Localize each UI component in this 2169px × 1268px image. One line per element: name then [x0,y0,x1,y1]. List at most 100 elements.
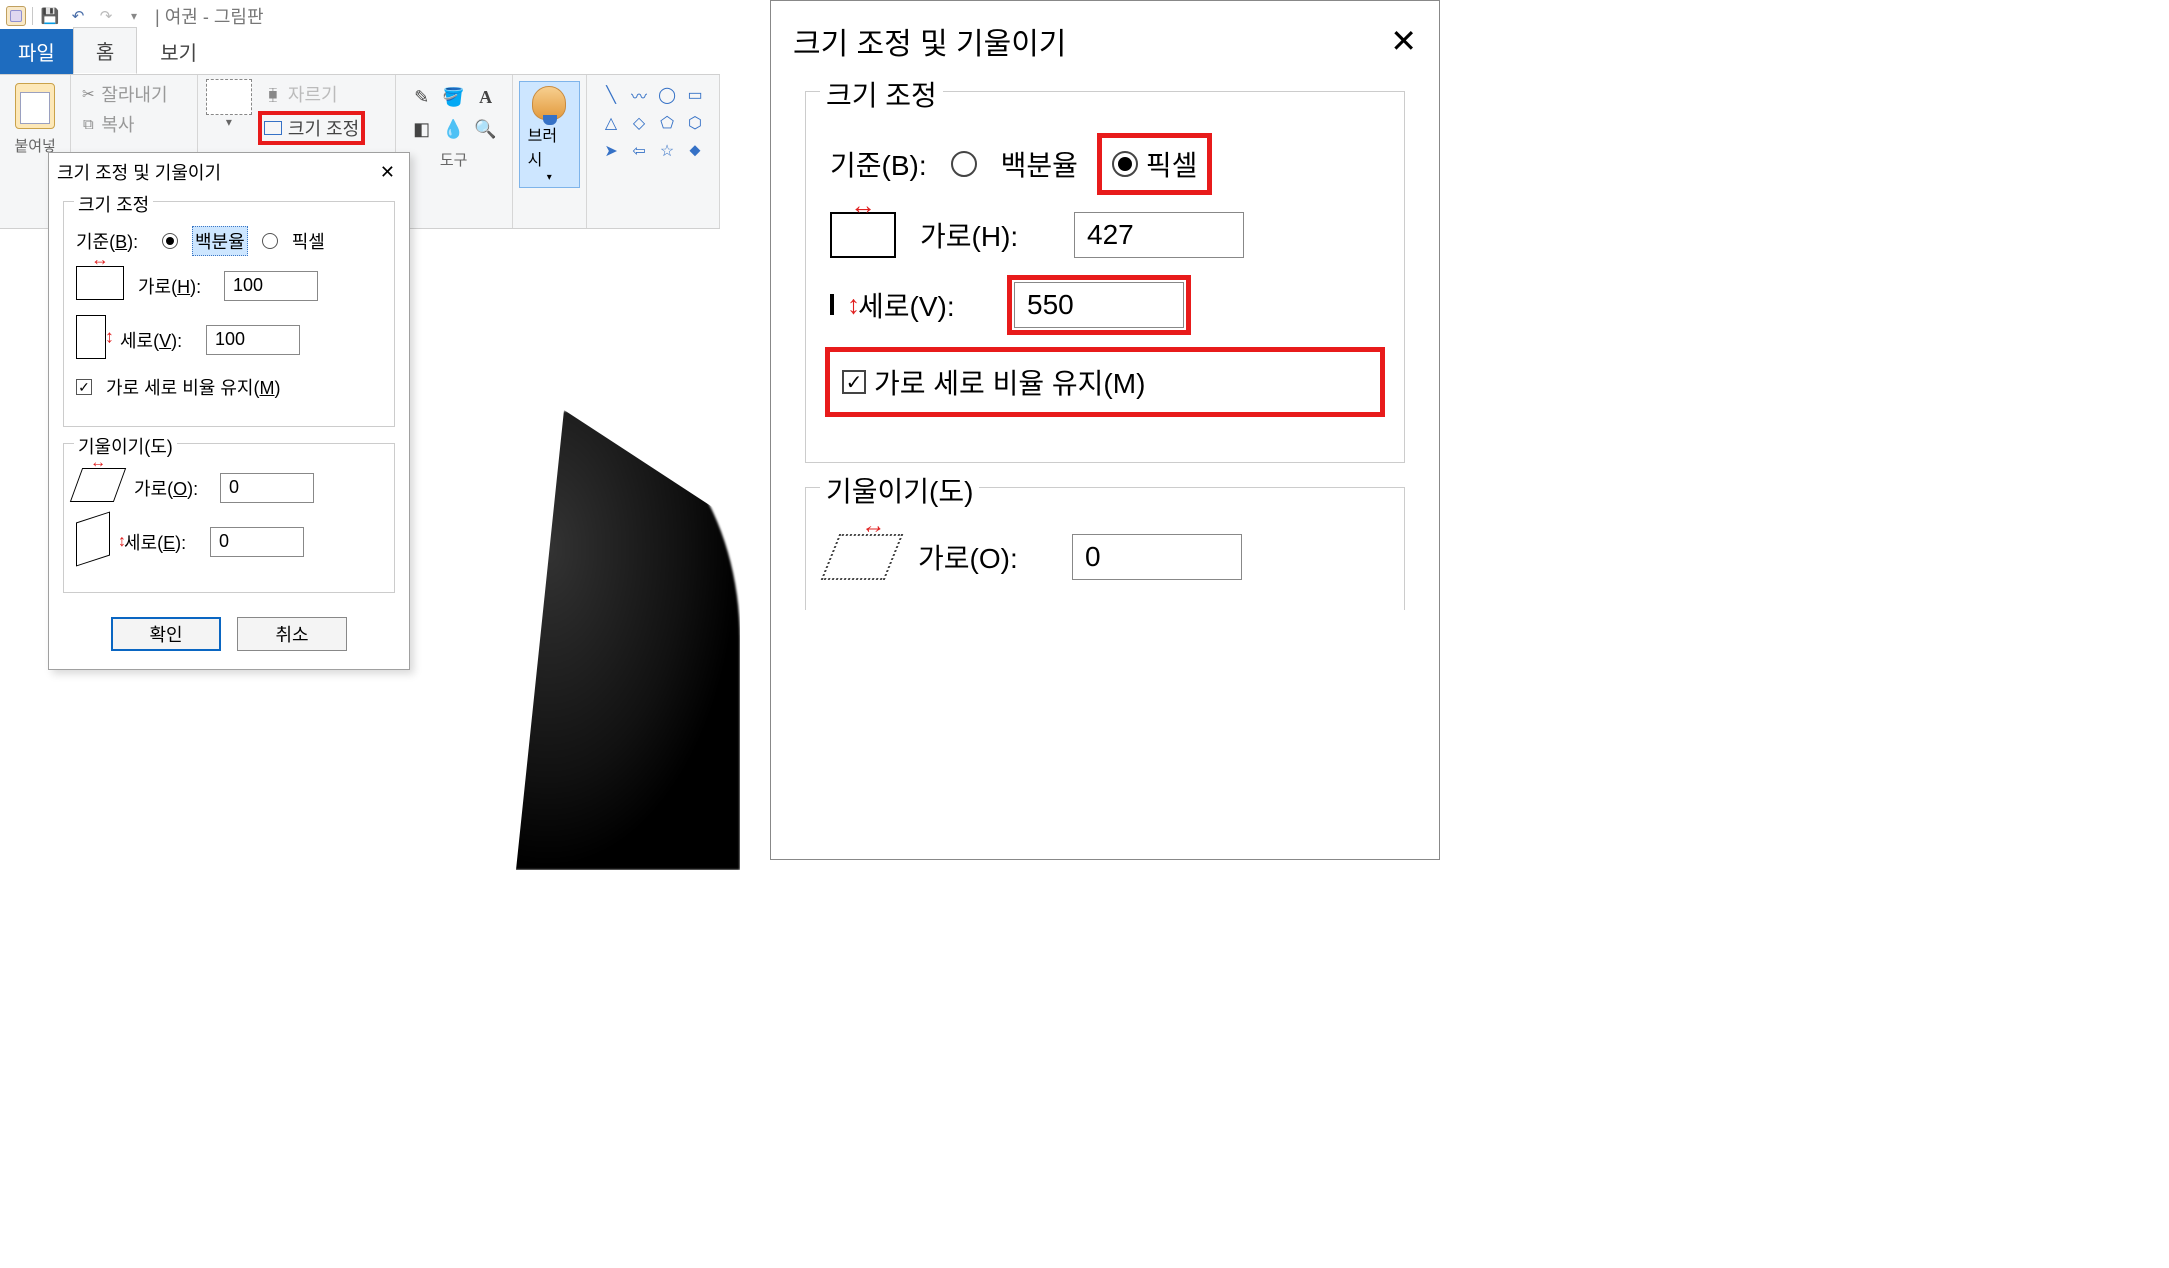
hlabel: 가로(H): [138,273,210,299]
dialog-title-large: 크기 조정 및 기울이기 [793,19,1066,63]
ok-button[interactable]: 확인 [111,617,221,651]
aspect-checkbox[interactable] [76,379,92,395]
shape-pentagon-icon[interactable]: ⬠ [655,111,679,135]
resize-button[interactable]: 크기 조정 [260,113,363,143]
radio-pixel-label-large[interactable]: 픽셀 [1146,144,1198,184]
scissors-icon: ✂ [79,85,97,103]
shape-rect-icon[interactable]: ▭ [683,83,707,107]
redo-icon[interactable]: ↷ [95,5,117,27]
close-button-large[interactable]: ✕ [1390,22,1417,60]
skew-h-icon [70,468,126,502]
skew-h-icon-large [821,534,904,580]
shape-diamond-icon[interactable]: ◇ [627,111,651,135]
pencil-icon[interactable]: ✎ [408,83,436,111]
skew-vlabel: 세로(E): [124,529,196,555]
resize-legend: 크기 조정 [74,191,153,217]
window-title: | 여권 - 그림판 [155,3,264,29]
fill-icon[interactable]: 🪣 [440,83,468,111]
vlabel-large: 세로(V): [858,285,988,325]
dialog-title: 크기 조정 및 기울이기 [57,159,221,185]
shape-arrowl-icon[interactable]: ⇦ [627,139,651,163]
radio-pixel-large[interactable] [1112,151,1138,177]
tab-file[interactable]: 파일 [0,29,73,74]
shape-star-icon[interactable]: ☆ [655,139,679,163]
horizontal-input[interactable] [224,271,318,301]
horizontal-input-large[interactable] [1074,212,1244,258]
select-drop[interactable]: ▾ [226,115,232,129]
arrow-v-icon: ↕ [847,290,860,321]
app-icon [6,6,26,26]
resize-legend-large: 크기 조정 [820,74,943,114]
shape-line-icon[interactable]: ╲ [599,83,623,107]
radio-pixel[interactable] [262,233,278,249]
resize-icon [264,121,282,135]
hlabel-large: 가로(H): [920,215,1050,255]
copy-icon: ⧉ [79,115,97,133]
skew-fieldset: 기울이기(도) ↔ 가로(O): ↕ 세로(E): [63,443,395,593]
shape-oval-icon[interactable]: ◯ [655,83,679,107]
tab-home[interactable]: 홈 [73,27,137,74]
vertical-input[interactable] [206,325,300,355]
ribbon-group-shapes: ╲ 〰 ◯ ▭ △ ◇ ⬠ ⬡ ➤ ⇦ ☆ ⬥ [587,75,720,228]
vlabel: 세로(V): [120,327,192,353]
crop-button[interactable]: ⧯자르기 [260,79,363,109]
separator [32,7,33,25]
brush-button[interactable]: 브러시 ▾ [519,81,580,188]
vertical-icon-large [830,294,834,315]
horizontal-icon-large [830,212,896,258]
radio-percent-label[interactable]: 백분율 [192,226,248,256]
basis-label: 기준(B): [76,228,148,254]
vertical-icon [76,315,106,359]
shape-triangle-icon[interactable]: △ [599,111,623,135]
skew-h-input[interactable] [220,473,314,503]
cancel-button[interactable]: 취소 [237,617,347,651]
resize-fieldset-large: 크기 조정 기준(B): 백분율 픽셀 가로(H): ↕ [805,91,1405,463]
skew-legend-large: 기울이기(도) [820,470,979,510]
vval-highlight-box [1012,280,1186,330]
shape-arrowr-icon[interactable]: ➤ [599,139,623,163]
radio-pixel-label[interactable]: 픽셀 [292,228,325,254]
resize-skew-dialog-large: 크기 조정 및 기울이기 ✕ 크기 조정 기준(B): 백분율 픽셀 가로(H)… [770,0,1440,860]
cut-button[interactable]: ✂잘라내기 [79,79,189,109]
ribbon-group-brush: 브러시 ▾ [513,75,587,228]
canvas-image [420,410,740,870]
shape-callout-icon[interactable]: ⬥ [683,139,707,163]
resize-skew-dialog-small: 크기 조정 및 기울이기 ✕ 크기 조정 기준(B): 백분율 픽셀 가로(H)… [48,152,410,670]
horizontal-icon [76,266,124,300]
vertical-input-large[interactable] [1014,282,1184,328]
text-icon[interactable]: A [472,83,500,111]
radio-percent[interactable] [162,233,178,249]
ribbon-group-tools: ✎ 🪣 A ◧ 💧 🔍 도구 [396,75,513,228]
basis-label-large: 기준(B): [830,144,927,184]
aspect-highlight-box: 가로 세로 비율 유지(M) [830,352,1380,412]
crop-icon: ⧯ [264,85,282,103]
ribbon-tabs: 파일 홈 보기 [0,32,720,74]
tab-view[interactable]: 보기 [137,28,220,74]
aspect-label-large: 가로 세로 비율 유지(M) [874,362,1145,402]
aspect-checkbox-large[interactable] [842,370,866,394]
tools-label: 도구 [404,147,504,170]
eraser-icon[interactable]: ◧ [408,115,436,143]
select-icon[interactable] [206,79,252,115]
resize-fieldset: 크기 조정 기준(B): 백분율 픽셀 가로(H): 세로(V): [63,201,395,427]
radio-percent-label-large[interactable]: 백분율 [1001,144,1078,184]
skew-hlabel-large: 가로(O): [918,537,1048,577]
copy-button[interactable]: ⧉복사 [79,109,189,139]
paste-icon[interactable] [15,83,55,129]
save-icon[interactable]: 💾 [39,5,61,27]
skew-hlabel: 가로(O): [134,475,206,501]
aspect-label: 가로 세로 비율 유지(M) [106,374,280,400]
skew-v-input[interactable] [210,527,304,557]
skew-v-icon [76,511,110,566]
eyedropper-icon[interactable]: 💧 [440,115,468,143]
pixel-highlight-box: 픽셀 [1102,138,1208,190]
shape-curve-icon[interactable]: 〰 [627,83,651,107]
skew-h-input-large[interactable] [1072,534,1242,580]
undo-icon[interactable]: ↶ [67,5,89,27]
radio-percent-large[interactable] [951,151,977,177]
paint-window: 💾 ↶ ↷ ▾ | 여권 - 그림판 파일 홈 보기 붙여넣 ✂잘라내기 ⧉복사… [0,0,720,1268]
qat-more-icon[interactable]: ▾ [123,5,145,27]
magnifier-icon[interactable]: 🔍 [472,115,500,143]
close-button[interactable]: ✕ [374,162,401,183]
shape-hexagon-icon[interactable]: ⬡ [683,111,707,135]
